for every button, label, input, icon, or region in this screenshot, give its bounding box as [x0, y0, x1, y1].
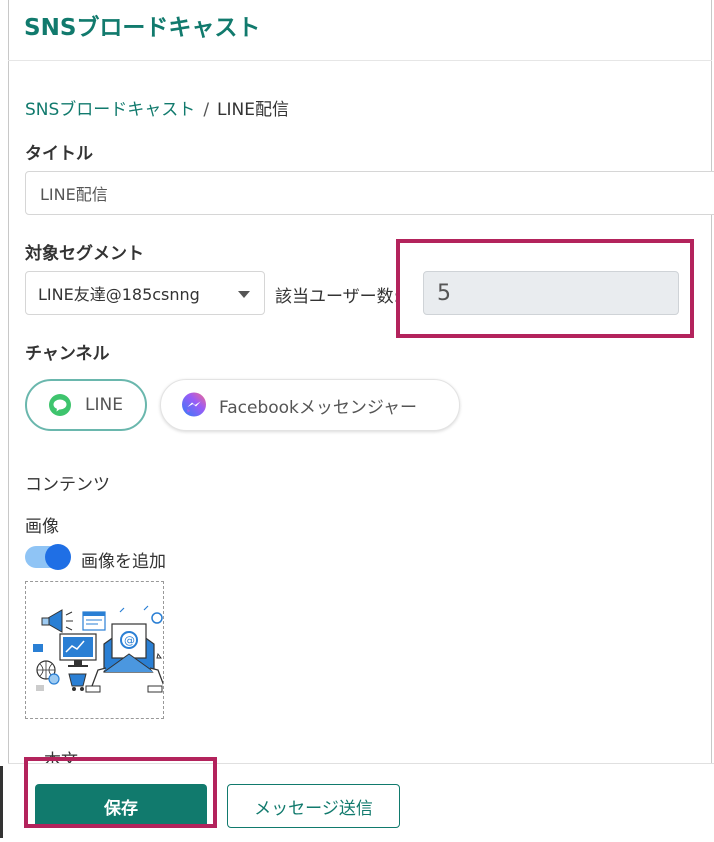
svg-text:@: @	[124, 634, 135, 647]
messenger-icon	[182, 392, 206, 417]
frame-left-border	[8, 0, 9, 841]
title-label: タイトル	[25, 144, 93, 164]
marketing-illustration-image: @	[33, 605, 163, 693]
save-button-highlight	[24, 757, 217, 828]
content-label: コンテンツ	[25, 475, 110, 495]
add-image-toggle-label: 画像を追加	[81, 552, 166, 572]
image-label: 画像	[25, 517, 59, 537]
breadcrumb-parent-link[interactable]: SNSブロードキャスト	[25, 100, 195, 120]
line-icon	[49, 394, 71, 416]
page-title: SNSブロードキャスト	[24, 15, 261, 41]
title-input[interactable]	[25, 171, 714, 215]
channel-line-label: LINE	[85, 395, 123, 415]
segment-selected-value: LINE友達@185csnng	[38, 285, 200, 304]
segment-label: 対象セグメント	[25, 244, 144, 264]
segment-select[interactable]: LINE友達@185csnng	[25, 271, 265, 315]
send-message-button[interactable]: メッセージ送信	[227, 784, 400, 828]
frame-right-border	[711, 0, 712, 841]
breadcrumb: SNSブロードキャスト / LINE配信	[25, 95, 289, 120]
channel-messenger-label: Facebookメッセンジャー	[219, 397, 418, 418]
channel-label: チャンネル	[25, 344, 110, 364]
channel-line-button[interactable]: LINE	[25, 379, 147, 431]
image-preview[interactable]: @	[25, 581, 164, 719]
chevron-down-icon	[238, 291, 250, 298]
header-divider	[8, 60, 712, 61]
window-edge-mark	[0, 766, 3, 838]
breadcrumb-current: LINE配信	[217, 100, 289, 120]
channel-messenger-button[interactable]: Facebookメッセンジャー	[160, 379, 460, 431]
breadcrumb-separator: /	[203, 100, 210, 120]
add-image-toggle-knob[interactable]	[45, 544, 71, 570]
user-count-label: 該当ユーザー数:	[275, 287, 400, 307]
user-count-highlight	[396, 239, 694, 338]
